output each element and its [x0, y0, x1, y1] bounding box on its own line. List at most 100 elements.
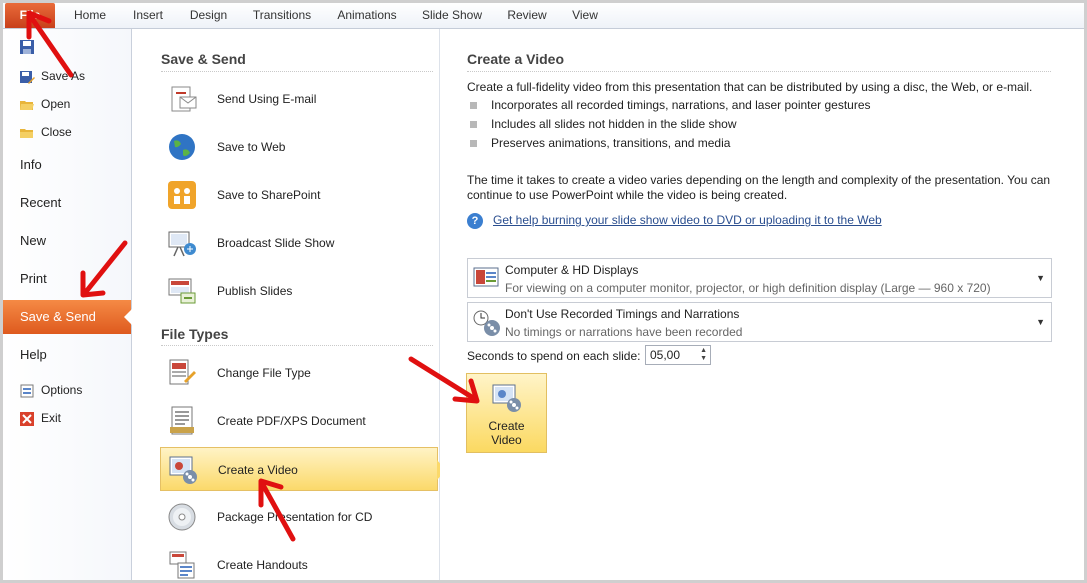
- video-quality-description: For viewing on a computer monitor, proje…: [505, 281, 991, 295]
- spin-down-icon[interactable]: ▼: [700, 355, 707, 362]
- save-to-sharepoint-item[interactable]: Save to SharePoint: [160, 173, 438, 217]
- save-to-web-item[interactable]: Save to Web: [160, 125, 438, 169]
- create-pdf-xps-label: Create PDF/XPS Document: [217, 414, 366, 428]
- tab-transitions[interactable]: Transitions: [245, 3, 319, 28]
- email-icon: [171, 86, 197, 112]
- create-handouts-label: Create Handouts: [217, 558, 308, 572]
- create-video-panel: Create a Video Create a full-fidelity vi…: [440, 29, 1084, 580]
- divider: [467, 71, 1051, 72]
- nav-save[interactable]: [19, 35, 41, 57]
- cd-icon: [168, 503, 196, 531]
- seconds-per-slide-stepper[interactable]: 05,00 ▲ ▼: [645, 345, 711, 365]
- tab-view[interactable]: View: [563, 3, 607, 28]
- publish-slides-icon: [168, 278, 196, 304]
- help-link-text[interactable]: Get help burning your slide show video t…: [493, 213, 882, 227]
- help-link[interactable]: ? Get help burning your slide show video …: [467, 213, 882, 229]
- save-icon: [20, 39, 34, 54]
- close-folder-icon: [20, 128, 33, 138]
- create-video-button-label: Create Video: [488, 419, 525, 447]
- save-to-web-label: Save to Web: [217, 140, 286, 154]
- tab-review[interactable]: Review: [499, 3, 555, 28]
- seconds-per-slide-label: Seconds to spend on each slide:: [467, 349, 641, 363]
- tab-design[interactable]: Design: [181, 3, 236, 28]
- nav-exit-label: Exit: [41, 411, 62, 425]
- create-video-button[interactable]: Create Video: [466, 373, 547, 453]
- send-using-email-label: Send Using E-mail: [217, 92, 317, 106]
- create-a-video-item[interactable]: Create a Video: [160, 447, 446, 491]
- create-video-description: Create a full-fidelity video from this p…: [467, 80, 1033, 94]
- seconds-value[interactable]: 05,00: [650, 348, 680, 362]
- timings-description: No timings or narrations have been recor…: [505, 325, 743, 339]
- nav-open[interactable]: Open: [19, 93, 70, 115]
- chevron-down-icon[interactable]: ▼: [1036, 317, 1045, 327]
- nav-close[interactable]: Close: [19, 121, 72, 143]
- change-file-type-icon: [169, 359, 196, 385]
- file-types-heading: File Types: [161, 326, 229, 342]
- powerpoint-backstage-window: File Home Insert Design Transitions Anim…: [0, 0, 1087, 583]
- nav-options[interactable]: Options: [19, 379, 82, 401]
- timings-title: Don't Use Recorded Timings and Narration…: [505, 307, 740, 321]
- feature-bullet: Includes all slides not hidden in the sl…: [470, 117, 736, 131]
- change-file-type-item[interactable]: Change File Type: [160, 351, 438, 395]
- divider: [161, 345, 433, 346]
- nav-save-as[interactable]: Save As: [19, 65, 85, 87]
- tab-slide-show[interactable]: Slide Show: [415, 3, 489, 28]
- time-note-line-1: The time it takes to create a video vari…: [467, 173, 1051, 187]
- ribbon-tab-bar: File Home Insert Design Transitions Anim…: [3, 3, 1084, 29]
- tab-insert[interactable]: Insert: [123, 3, 173, 28]
- publish-slides-item[interactable]: Publish Slides: [160, 269, 438, 313]
- create-video-title: Create a Video: [467, 51, 565, 67]
- broadcast-icon: [168, 231, 196, 257]
- nav-save-as-label: Save As: [41, 69, 86, 83]
- video-quality-title: Computer & HD Displays: [505, 263, 639, 277]
- spin-up-icon[interactable]: ▲: [700, 347, 707, 354]
- timings-icon: [473, 310, 500, 336]
- sharepoint-icon: [168, 181, 196, 209]
- create-video-icon: [492, 384, 521, 412]
- broadcast-slide-show-item[interactable]: Broadcast Slide Show: [160, 221, 438, 265]
- time-note-line-2: continue to use PowerPoint while the vid…: [467, 188, 788, 202]
- nav-recent[interactable]: Recent: [3, 186, 131, 220]
- globe-icon: [169, 134, 195, 160]
- nav-options-label: Options: [41, 383, 83, 397]
- nav-save-send[interactable]: Save & Send: [3, 300, 132, 334]
- create-pdf-xps-item[interactable]: Create PDF/XPS Document: [160, 399, 438, 443]
- nav-open-label: Open: [41, 97, 71, 111]
- tab-file[interactable]: File: [5, 3, 55, 28]
- package-for-cd-item[interactable]: Package Presentation for CD: [160, 495, 438, 539]
- chevron-down-icon[interactable]: ▼: [1036, 273, 1045, 283]
- pdf-document-icon: [170, 406, 194, 435]
- timings-dropdown[interactable]: Don't Use Recorded Timings and Narration…: [467, 302, 1052, 342]
- help-icon: ?: [467, 213, 483, 229]
- save-as-icon: [20, 70, 35, 84]
- send-using-email-item[interactable]: Send Using E-mail: [160, 77, 438, 121]
- publish-slides-label: Publish Slides: [217, 284, 293, 298]
- create-handouts-item[interactable]: Create Handouts: [160, 543, 438, 580]
- monitor-icon: [473, 267, 499, 287]
- video-icon: [169, 456, 197, 484]
- exit-icon: [20, 411, 34, 426]
- feature-bullet: Incorporates all recorded timings, narra…: [470, 98, 871, 112]
- handouts-icon: [169, 551, 195, 579]
- options-icon: [20, 384, 34, 398]
- nav-exit[interactable]: Exit: [19, 407, 61, 429]
- create-a-video-label: Create a Video: [218, 463, 298, 477]
- save-to-sharepoint-label: Save to SharePoint: [217, 188, 321, 202]
- package-for-cd-label: Package Presentation for CD: [217, 510, 373, 524]
- divider: [161, 71, 433, 72]
- save-send-panel: Save & Send Send Using E-mail Save to We…: [132, 29, 446, 580]
- nav-new[interactable]: New: [3, 224, 131, 258]
- change-file-type-label: Change File Type: [217, 366, 311, 380]
- backstage-nav: Save As Open Close Info Recent New Print…: [3, 29, 132, 580]
- tab-home[interactable]: Home: [65, 3, 115, 28]
- nav-print[interactable]: Print: [3, 262, 131, 296]
- broadcast-slide-show-label: Broadcast Slide Show: [217, 236, 335, 250]
- save-send-heading: Save & Send: [161, 51, 246, 67]
- nav-info[interactable]: Info: [3, 148, 131, 182]
- nav-help[interactable]: Help: [3, 338, 131, 372]
- feature-bullet: Preserves animations, transitions, and m…: [470, 136, 730, 150]
- open-folder-icon: [20, 100, 34, 110]
- video-quality-dropdown[interactable]: Computer & HD Displays For viewing on a …: [467, 258, 1052, 298]
- nav-close-label: Close: [41, 125, 72, 139]
- tab-animations[interactable]: Animations: [329, 3, 405, 28]
